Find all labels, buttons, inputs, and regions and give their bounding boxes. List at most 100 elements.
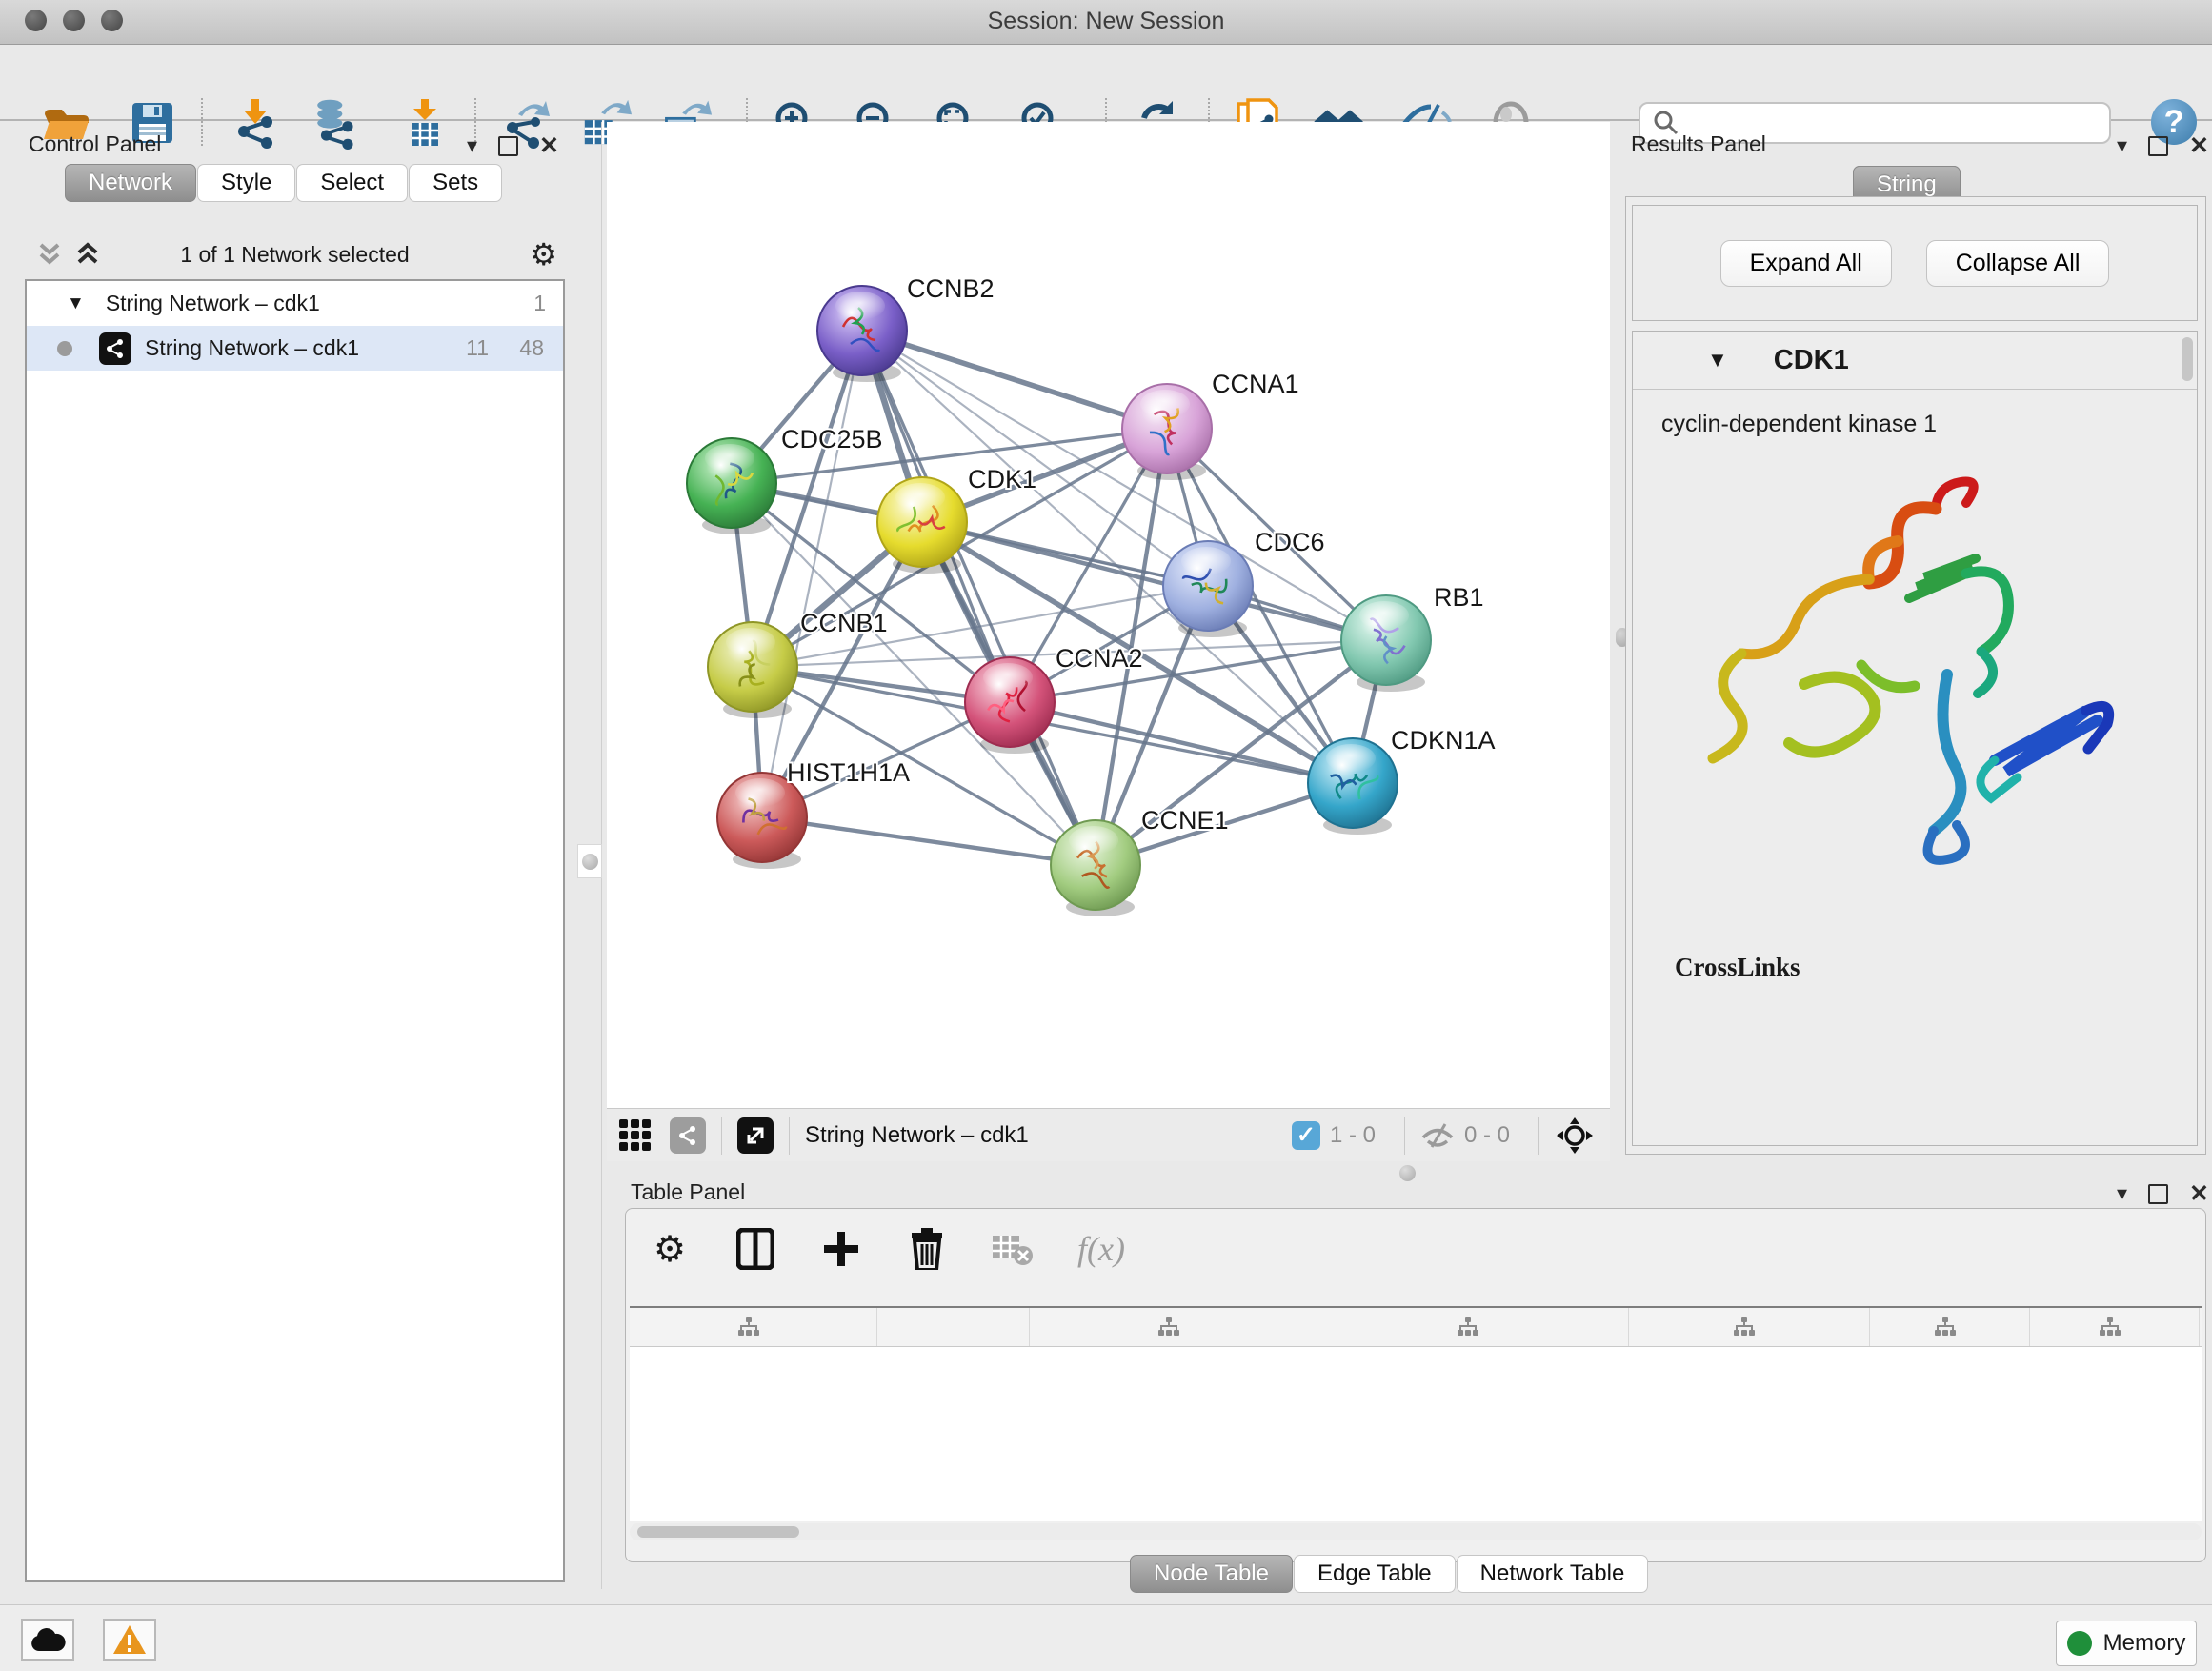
- table-type-tabs: Node TableEdge TableNetwork Table: [1130, 1555, 1649, 1593]
- results-panel-title: Results Panel: [1631, 131, 1766, 157]
- pan-crosshair-icon[interactable]: [1555, 1116, 1595, 1156]
- network-edge[interactable]: [862, 331, 1167, 429]
- shared-column-icon: [2099, 1317, 2122, 1338]
- table-cell[interactable]: [877, 1347, 1030, 1389]
- table-cell[interactable]: [1629, 1347, 1870, 1389]
- network-collection-row[interactable]: ▼ String Network – cdk1 1: [27, 281, 563, 326]
- cloud-status-button[interactable]: [21, 1619, 74, 1661]
- column-header-description[interactable]: [1629, 1308, 1870, 1346]
- function-builder-icon[interactable]: f(x): [1077, 1229, 1125, 1269]
- table-hscrollbar[interactable]: [630, 1523, 2202, 1540]
- network-options-gear-icon[interactable]: ⚙: [530, 236, 557, 272]
- network-row[interactable]: String Network – cdk1 11 48: [27, 326, 563, 371]
- separator: [1404, 1117, 1405, 1155]
- table-panel-title: Table Panel: [631, 1179, 745, 1205]
- node-label: CDK1: [968, 465, 1036, 493]
- panel-close-icon[interactable]: ✕: [2189, 1179, 2209, 1208]
- table-cell[interactable]: [1030, 1347, 1317, 1389]
- table-container: ⚙ f(x): [625, 1208, 2206, 1562]
- network-node-HIST1H1A[interactable]: HIST1H1A: [717, 758, 910, 869]
- results-scrollbar-thumb[interactable]: [2182, 337, 2193, 381]
- node-attribute-table: [630, 1306, 2202, 1521]
- panel-close-icon[interactable]: ✕: [2189, 131, 2209, 160]
- node-label: CDKN1A: [1391, 726, 1496, 755]
- table-hscrollbar-thumb[interactable]: [637, 1526, 799, 1538]
- panel-float-icon[interactable]: [2148, 1184, 2168, 1204]
- tab-edge-table[interactable]: Edge Table: [1294, 1555, 1456, 1593]
- column-header-@id[interactable]: [1870, 1308, 2030, 1346]
- network-node-CDC6[interactable]: CDC6: [1163, 528, 1325, 637]
- column-header-canonical-name[interactable]: [1030, 1308, 1317, 1346]
- results-tab-string[interactable]: String: [1853, 171, 1961, 198]
- import-network-from-database-icon[interactable]: [307, 96, 360, 150]
- entry-gene-name: CDK1: [1774, 345, 1849, 376]
- tree-expander-icon[interactable]: ▼: [67, 293, 85, 314]
- memory-button[interactable]: Memory: [2056, 1621, 2197, 1666]
- import-table-from-file-icon[interactable]: [398, 96, 452, 150]
- node-details-card: ▼ CDK1 cyclin-dependent kinase 1: [1632, 331, 2198, 1146]
- selected-checkbox-icon[interactable]: ✓: [1292, 1121, 1320, 1150]
- hidden-eye-icon[interactable]: [1420, 1121, 1455, 1150]
- network-node-CDC25B[interactable]: CDC25B: [687, 425, 883, 534]
- tab-network[interactable]: Network: [65, 164, 196, 202]
- tab-network-table[interactable]: Network Table: [1457, 1555, 1649, 1593]
- table-row[interactable]: [630, 1347, 2202, 1389]
- network-node-RB1[interactable]: RB1: [1341, 583, 1484, 692]
- toolbar-separator: [201, 98, 203, 146]
- shared-column-icon: [1157, 1317, 1180, 1338]
- tab-node-table[interactable]: Node Table: [1130, 1555, 1293, 1593]
- open-in-window-icon[interactable]: [737, 1117, 774, 1154]
- panel-collapse-icon[interactable]: ▾: [2117, 133, 2127, 158]
- table-cell[interactable]: [1317, 1347, 1629, 1389]
- network-view-toolbar: String Network – cdk1 ✓ 1 - 0 0 - 0: [607, 1108, 1610, 1161]
- show-columns-icon[interactable]: [734, 1228, 776, 1270]
- warning-status-button[interactable]: [103, 1619, 156, 1661]
- collapse-all-button[interactable]: Collapse All: [1926, 240, 2110, 287]
- network-canvas[interactable]: CCNB2 CCNA1 CDC25B CDK1: [607, 122, 1610, 1108]
- warning-icon: [112, 1624, 147, 1655]
- panel-collapse-icon[interactable]: ▾: [467, 133, 477, 158]
- edge-count: 48: [519, 335, 544, 361]
- tab-style[interactable]: Style: [197, 164, 295, 202]
- network-tree: ▼ String Network – cdk1 1 String Network…: [25, 279, 565, 1582]
- window-titlebar: Session: New Session: [0, 0, 2212, 45]
- panel-close-icon[interactable]: ✕: [539, 131, 559, 160]
- column-header-namespace[interactable]: [2030, 1308, 2200, 1346]
- table-cell[interactable]: [630, 1347, 877, 1389]
- panel-float-icon[interactable]: [2148, 136, 2168, 156]
- network-edge[interactable]: [762, 817, 1096, 865]
- cloud-icon: [30, 1626, 66, 1653]
- column-header-database-identifier[interactable]: [1317, 1308, 1629, 1346]
- network-selection-row: 1 of 1 Network selected ⚙: [25, 236, 565, 274]
- column-header-name[interactable]: [877, 1308, 1030, 1346]
- birdseye-grid-icon[interactable]: [614, 1115, 656, 1157]
- table-header-row: [630, 1308, 2202, 1347]
- app-status-bar: Memory: [0, 1604, 2212, 1671]
- protein-structure-image: [1680, 446, 2138, 922]
- network-node-CDKN1A[interactable]: CDKN1A: [1308, 726, 1496, 835]
- delete-table-icon[interactable]: [992, 1228, 1034, 1270]
- column-header-shared-name[interactable]: [630, 1308, 877, 1346]
- shared-column-icon: [737, 1317, 760, 1338]
- network-node-CCNA1[interactable]: CCNA1: [1122, 370, 1299, 480]
- table-cell[interactable]: [2030, 1347, 2200, 1389]
- hidden-node-edge-count: 0 - 0: [1464, 1122, 1510, 1149]
- left-splitter-handle[interactable]: [577, 844, 602, 878]
- import-network-from-file-icon[interactable]: [229, 96, 282, 150]
- panel-float-icon[interactable]: [498, 136, 518, 156]
- panel-collapse-icon[interactable]: ▾: [2117, 1181, 2127, 1206]
- table-cell[interactable]: [1870, 1347, 2030, 1389]
- string-style-icon[interactable]: [670, 1117, 706, 1154]
- node-count: 11: [466, 335, 489, 361]
- network-collection-label: String Network – cdk1: [106, 291, 320, 316]
- table-options-gear-icon[interactable]: ⚙: [649, 1228, 691, 1270]
- tab-sets[interactable]: Sets: [409, 164, 502, 202]
- entry-expander-icon[interactable]: ▼: [1707, 348, 1728, 372]
- tab-select[interactable]: Select: [296, 164, 408, 202]
- node-details-header[interactable]: ▼ CDK1: [1633, 332, 2197, 390]
- node-label: CCNA2: [1056, 644, 1143, 673]
- delete-column-icon[interactable]: [906, 1228, 948, 1270]
- expand-all-button[interactable]: Expand All: [1720, 240, 1892, 287]
- create-column-icon[interactable]: [820, 1228, 862, 1270]
- horizontal-splitter-handle[interactable]: [1393, 1164, 1421, 1181]
